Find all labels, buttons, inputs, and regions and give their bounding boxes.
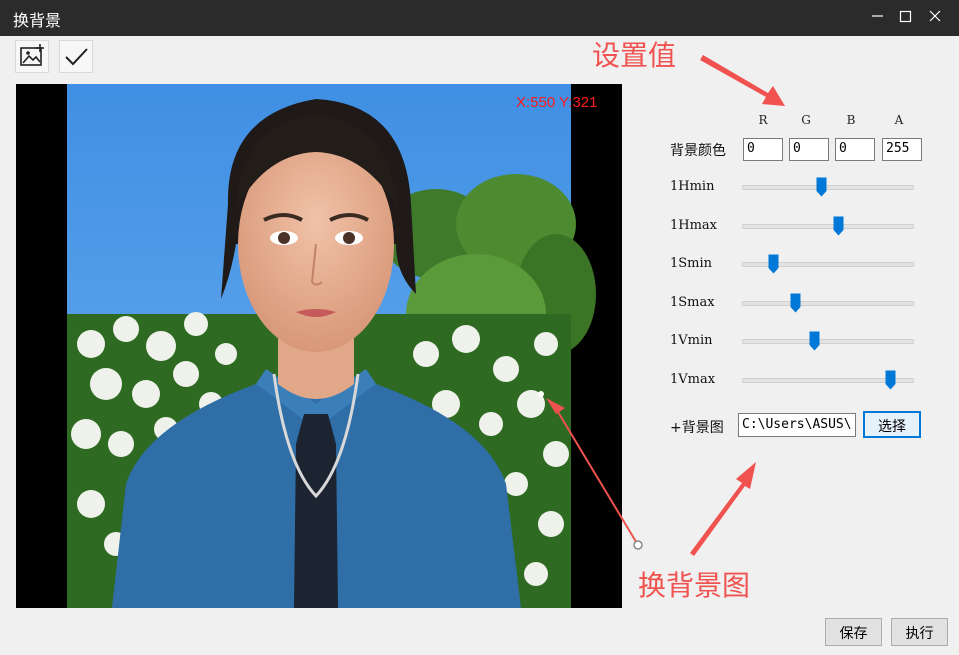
run-button[interactable]: 执行 — [891, 618, 948, 646]
slider-track[interactable] — [742, 224, 914, 229]
maximize-icon — [899, 10, 912, 23]
minimize-button[interactable] — [862, 0, 892, 36]
g-input[interactable]: 0 — [789, 138, 829, 161]
confirm-button[interactable] — [59, 40, 93, 73]
annotation-change-background: 换背景图 — [638, 569, 751, 602]
slider-label-1smin: 1Smin — [670, 256, 713, 271]
slider-label-1smax: 1Smax — [670, 295, 715, 310]
minimize-icon — [872, 15, 883, 17]
b-input[interactable]: 0 — [835, 138, 875, 161]
slider-thumb[interactable] — [768, 254, 779, 274]
close-icon — [929, 10, 941, 22]
maximize-button[interactable] — [890, 0, 920, 36]
slider-1vmax[interactable] — [742, 370, 914, 390]
slider-label-1hmin: 1Hmin — [670, 179, 715, 194]
open-image-button[interactable] — [15, 40, 49, 73]
slider-label-1hmax: 1Hmax — [670, 218, 718, 233]
portrait-photo — [67, 84, 596, 608]
choose-button[interactable]: 选择 — [863, 411, 921, 438]
slider-1smax[interactable] — [742, 293, 914, 313]
slider-thumb[interactable] — [809, 331, 820, 351]
a-input[interactable]: 255 — [882, 138, 922, 161]
arrow-start-dot — [633, 540, 643, 550]
slider-1smin[interactable] — [742, 254, 914, 274]
r-input[interactable]: 0 — [743, 138, 783, 161]
checkmark-icon — [65, 48, 88, 66]
slider-1vmin[interactable] — [742, 331, 914, 351]
close-button[interactable] — [920, 0, 950, 36]
slider-track[interactable] — [742, 301, 914, 306]
slider-track[interactable] — [742, 185, 914, 190]
slider-thumb[interactable] — [885, 370, 896, 390]
slider-1hmax[interactable] — [742, 216, 914, 236]
slider-thumb[interactable] — [790, 293, 801, 313]
slider-thumb[interactable] — [833, 216, 844, 236]
coordinate-readout: X:550 Y:321 — [516, 94, 598, 111]
image-preview[interactable] — [16, 84, 622, 608]
arrow-change-background — [690, 462, 756, 556]
slider-label-1vmin: 1Vmin — [670, 333, 713, 348]
background-color-label: 背景颜色 — [670, 143, 726, 159]
slider-thumb[interactable] — [816, 177, 827, 197]
slider-label-1vmax: 1Vmax — [670, 372, 716, 387]
background-image-label: +背景图 — [670, 420, 724, 436]
column-label-a: A — [894, 113, 904, 127]
save-button[interactable]: 保存 — [825, 618, 882, 646]
column-label-b: B — [846, 113, 856, 127]
column-label-g: G — [801, 113, 811, 127]
annotation-set-values: 设置值 — [592, 39, 677, 72]
add-image-icon — [20, 44, 44, 66]
slider-track[interactable] — [742, 339, 914, 344]
title-bar: 换背景 — [0, 0, 959, 36]
slider-1hmin[interactable] — [742, 177, 914, 197]
background-path-input[interactable]: C:\Users\ASUS\ — [738, 413, 856, 437]
window-title: 换背景 — [13, 11, 62, 30]
column-label-r: R — [758, 113, 768, 127]
arrow-set-values — [700, 55, 785, 106]
